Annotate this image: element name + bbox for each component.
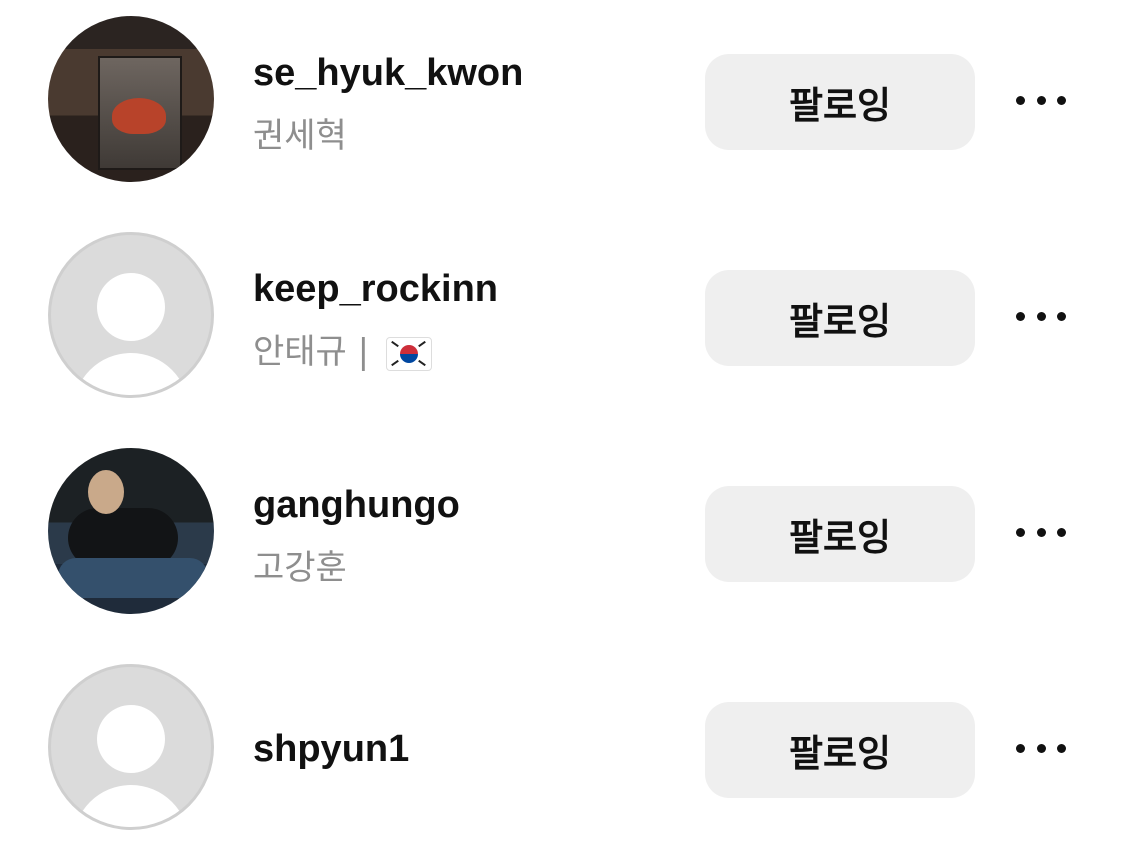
following-list: se_hyuk_kwon 권세혁 팔로잉 keep_rockinn 안태규 | … bbox=[0, 0, 1125, 850]
more-horizontal-icon[interactable] bbox=[1016, 306, 1066, 326]
avatar[interactable] bbox=[48, 448, 214, 614]
following-button[interactable]: 팔로잉 bbox=[705, 702, 975, 798]
more-horizontal-icon[interactable] bbox=[1016, 90, 1066, 110]
list-item[interactable]: se_hyuk_kwon 권세혁 팔로잉 bbox=[0, 2, 1125, 182]
avatar-photo-legs bbox=[58, 558, 208, 598]
full-name-row: 안태규 | bbox=[253, 324, 432, 373]
following-button[interactable]: 팔로잉 bbox=[705, 270, 975, 366]
username[interactable]: ganghungo bbox=[253, 484, 460, 527]
username[interactable]: se_hyuk_kwon bbox=[253, 52, 523, 95]
avatar-body-shape bbox=[73, 353, 189, 395]
full-name: 권세혁 bbox=[253, 116, 347, 156]
default-avatar[interactable] bbox=[48, 232, 214, 398]
south-korea-flag-icon bbox=[385, 336, 432, 371]
avatar-body-shape bbox=[73, 785, 189, 827]
more-horizontal-icon[interactable] bbox=[1016, 522, 1066, 542]
avatar-photo-lips-logo bbox=[112, 98, 166, 134]
default-avatar[interactable] bbox=[48, 664, 214, 830]
full-name: 안태규 | bbox=[253, 332, 370, 372]
list-item[interactable]: keep_rockinn 안태규 | 팔로잉 bbox=[0, 218, 1125, 398]
full-name: 고강훈 bbox=[253, 548, 347, 588]
list-item[interactable]: shpyun1 팔로잉 bbox=[0, 650, 1125, 830]
username[interactable]: keep_rockinn bbox=[253, 268, 498, 311]
list-item[interactable]: ganghungo 고강훈 팔로잉 bbox=[0, 434, 1125, 614]
username[interactable]: shpyun1 bbox=[253, 728, 409, 771]
following-button[interactable]: 팔로잉 bbox=[705, 486, 975, 582]
avatar[interactable] bbox=[48, 16, 214, 182]
more-horizontal-icon[interactable] bbox=[1016, 738, 1066, 758]
avatar-head-shape bbox=[97, 273, 165, 341]
following-button[interactable]: 팔로잉 bbox=[705, 54, 975, 150]
avatar-head-shape bbox=[97, 705, 165, 773]
avatar-photo-head bbox=[88, 470, 124, 514]
